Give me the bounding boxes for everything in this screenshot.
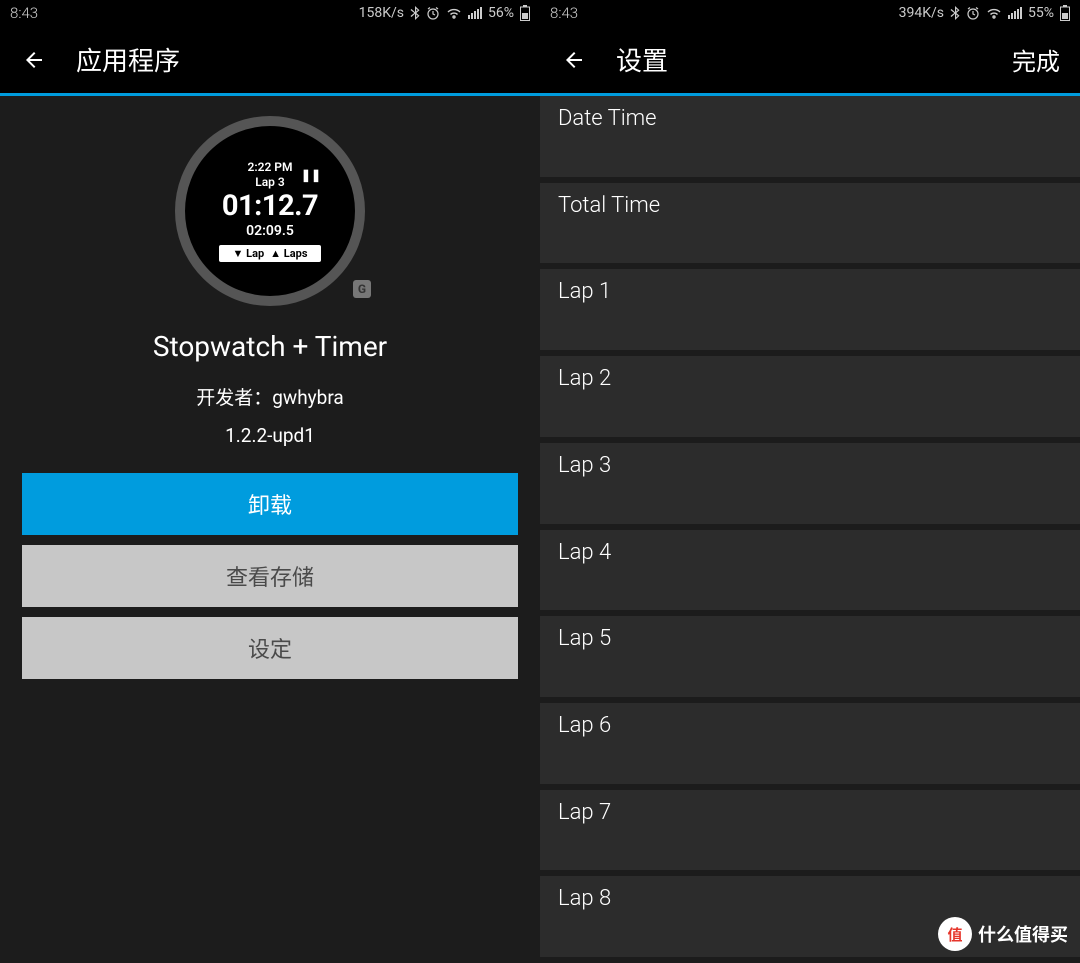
pause-icon: ❚❚: [301, 168, 321, 182]
settings-button[interactable]: 设定: [22, 617, 518, 679]
signal-icon: [1008, 7, 1022, 19]
watchface-preview: 2:22 PM Lap 3 ❚❚ 01:12.7 02:09.5 ▼ Lap ▲…: [175, 116, 365, 306]
setting-row[interactable]: Lap 6: [540, 703, 1080, 784]
setting-row[interactable]: Lap 5: [540, 616, 1080, 697]
status-bar: 8:43 158K/s 56%: [0, 0, 540, 26]
status-icons: 394K/s 55%: [899, 5, 1070, 21]
wf-tab-laps: ▲ Laps: [270, 247, 307, 260]
setting-label: Total Time: [558, 193, 660, 218]
header-title: 应用程序: [76, 41, 520, 78]
setting-label: Lap 6: [558, 713, 611, 738]
setting-row[interactable]: Date Time: [540, 96, 1080, 177]
wf-main-time: 01:12.7: [222, 189, 318, 223]
status-icons: 158K/s 56%: [359, 5, 530, 21]
settings-header: 设置 完成: [540, 26, 1080, 96]
app-header: 应用程序: [0, 26, 540, 96]
status-netspeed: 158K/s: [359, 5, 404, 21]
setting-label: Lap 2: [558, 366, 611, 391]
wf-g-badge: G: [353, 280, 371, 298]
app-version: 1.2.2-upd1: [225, 424, 315, 447]
screen-settings: 8:43 394K/s 55% 设置 完成 Date Time Total Tim…: [540, 0, 1080, 963]
signal-icon: [468, 7, 482, 19]
wifi-icon: [446, 7, 462, 19]
bluetooth-icon: [410, 6, 420, 20]
setting-label: Lap 8: [558, 886, 611, 911]
wf-sub-time: 02:09.5: [246, 223, 294, 239]
setting-row[interactable]: Lap 4: [540, 530, 1080, 611]
status-netspeed: 394K/s: [899, 5, 944, 21]
done-button[interactable]: 完成: [1012, 42, 1060, 77]
setting-label: Lap 3: [558, 453, 611, 478]
setting-row[interactable]: Lap 3: [540, 443, 1080, 524]
status-battery: 55%: [1028, 5, 1054, 21]
watermark-badge: 值: [938, 917, 972, 951]
settings-list[interactable]: Date Time Total Time Lap 1 Lap 2 Lap 3 Lap 4 L…: [540, 96, 1080, 963]
app-name: Stopwatch + Timer: [153, 330, 387, 363]
status-time: 8:43: [10, 4, 38, 22]
back-button[interactable]: [560, 46, 588, 74]
status-bar: 8:43 394K/s 55%: [540, 0, 1080, 26]
bluetooth-icon: [950, 6, 960, 20]
screen-app-details: 8:43 158K/s 56% 应用程序 2:22 PM Lap 3 ❚❚ 01…: [0, 0, 540, 963]
wifi-icon: [986, 7, 1002, 19]
setting-row[interactable]: Lap 1: [540, 269, 1080, 350]
header-title: 设置: [616, 41, 1012, 78]
wf-clock-time: 2:22 PM: [247, 160, 292, 174]
wf-tab-lap: ▼ Lap: [233, 247, 265, 260]
setting-label: Lap 5: [558, 626, 611, 651]
watermark-text: 什么值得买: [978, 921, 1068, 947]
battery-icon: [1060, 5, 1070, 21]
setting-row[interactable]: Total Time: [540, 183, 1080, 264]
button-stack: 卸载 查看存储 设定: [0, 447, 540, 679]
setting-row[interactable]: Lap 2: [540, 356, 1080, 437]
alarm-icon: [966, 6, 980, 20]
status-time: 8:43: [550, 4, 578, 22]
setting-label: Lap 4: [558, 540, 611, 565]
setting-label: Date Time: [558, 106, 657, 131]
status-battery: 56%: [488, 5, 514, 21]
setting-row[interactable]: Lap 7: [540, 790, 1080, 871]
uninstall-button[interactable]: 卸载: [22, 473, 518, 535]
battery-icon: [520, 5, 530, 21]
app-detail-content: 2:22 PM Lap 3 ❚❚ 01:12.7 02:09.5 ▼ Lap ▲…: [0, 96, 540, 963]
wf-lap-tabs: ▼ Lap ▲ Laps: [219, 245, 322, 262]
view-storage-button[interactable]: 查看存储: [22, 545, 518, 607]
app-developer: 开发者：gwhybra: [196, 383, 344, 410]
watermark: 值 什么值得买: [938, 917, 1068, 951]
setting-label: Lap 7: [558, 800, 611, 825]
back-button[interactable]: [20, 46, 48, 74]
setting-label: Lap 1: [558, 279, 611, 304]
alarm-icon: [426, 6, 440, 20]
wf-lap-label: Lap 3: [255, 175, 285, 189]
